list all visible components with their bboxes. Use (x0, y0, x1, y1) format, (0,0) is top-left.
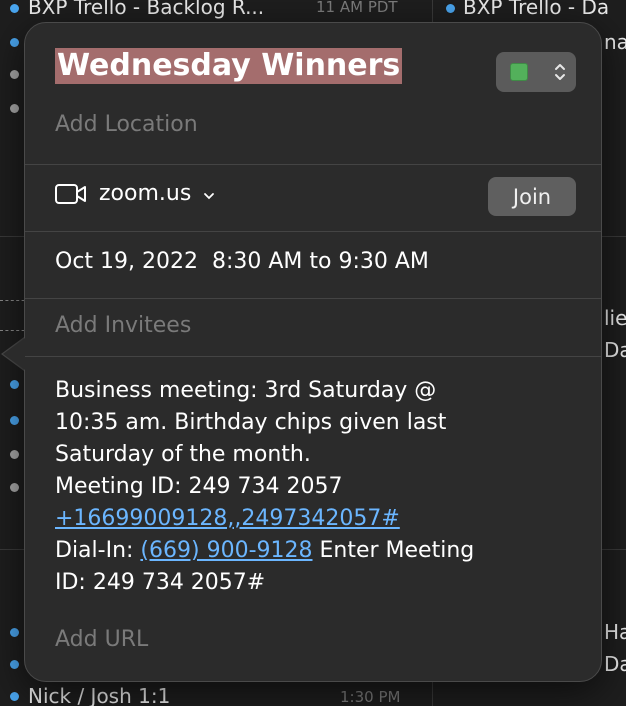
video-camera-icon (55, 183, 87, 205)
event-dot (10, 104, 19, 113)
notes-line: Business meeting: 3rd Saturday @ (55, 378, 437, 403)
notes-line: Meeting ID: 249 734 2057 (55, 474, 343, 499)
notes-line: Saturday of the month. (55, 442, 311, 467)
event-notes[interactable]: Business meeting: 3rd Saturday @ 10:35 a… (55, 375, 555, 599)
event-datetime[interactable]: Oct 19, 2022 8:30 AM to 9:30 AM (55, 249, 429, 274)
event-dot (10, 38, 19, 47)
notes-line: 10:35 am. Birthday chips given last (55, 410, 447, 435)
event-title-field[interactable]: Wednesday Winners (55, 48, 403, 84)
conference-selector[interactable]: zoom.us (55, 181, 215, 206)
event-dot (10, 450, 19, 459)
event-title[interactable]: Da (604, 652, 626, 676)
notes-text: Enter Meeting (312, 538, 475, 563)
event-dot (446, 4, 455, 13)
event-title[interactable]: Da (604, 338, 626, 362)
separator (25, 231, 601, 232)
notes-text: Dial-In: (55, 538, 141, 563)
event-title[interactable]: BXP Trello - Da (463, 0, 609, 19)
add-url-field[interactable]: Add URL (55, 627, 148, 652)
notes-line: ID: 249 734 2057# (55, 570, 266, 595)
add-invitees-field[interactable]: Add Invitees (55, 313, 191, 338)
phone-link[interactable]: (669) 900-9128 (140, 538, 312, 563)
event-dot (10, 4, 19, 13)
separator (25, 164, 601, 165)
event-dot (10, 628, 19, 637)
event-time: 11 AM PDT (316, 0, 398, 16)
event-dot (10, 660, 19, 669)
join-button[interactable]: Join (488, 177, 576, 216)
calendar-color-swatch (510, 63, 528, 81)
event-dot (10, 483, 19, 492)
event-dot (10, 70, 19, 79)
event-title[interactable]: nae (604, 30, 626, 54)
phone-link[interactable]: +16699009128,,2497342057# (55, 506, 400, 531)
event-title[interactable]: Nick / Josh 1:1 (28, 684, 170, 706)
separator (25, 298, 601, 299)
conference-label: zoom.us (99, 181, 192, 206)
event-dot (10, 380, 19, 389)
event-title[interactable]: BXP Trello - Backlog R... (28, 0, 264, 19)
calendar-color-picker[interactable] (496, 52, 576, 92)
event-dot (10, 692, 19, 701)
chevron-down-icon (203, 181, 215, 206)
event-title[interactable]: lie (604, 306, 626, 330)
up-down-chevron-icon (554, 61, 566, 83)
separator (25, 356, 601, 357)
event-title[interactable]: Ha (604, 620, 626, 644)
event-popover: Wednesday Winners Add Location zoom.us J… (24, 22, 602, 682)
popover-arrow (3, 338, 25, 370)
event-dot (10, 416, 19, 425)
add-location-field[interactable]: Add Location (55, 112, 198, 137)
event-time: 1:30 PM (340, 688, 401, 706)
